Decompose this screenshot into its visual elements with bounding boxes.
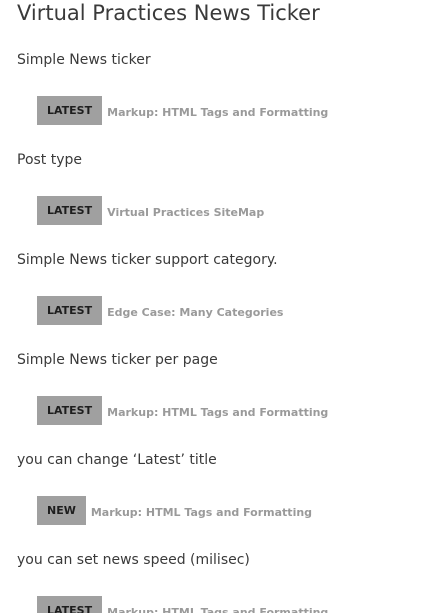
ticker-badge: LATEST — [37, 96, 103, 125]
ticker-news-link[interactable]: Markup: HTML Tags and Formatting — [107, 403, 328, 419]
section-description: you can set news speed (milisec) — [17, 552, 250, 568]
news-ticker: LATEST Markup: HTML Tags and Formatting — [37, 596, 328, 613]
ticker-badge: LATEST — [37, 396, 103, 425]
ticker-news-link[interactable]: Markup: HTML Tags and Formatting — [107, 103, 328, 119]
ticker-news-link[interactable]: Edge Case: Many Categories — [107, 303, 283, 319]
section-description: Simple News ticker support category. — [17, 252, 278, 268]
ticker-badge: LATEST — [37, 296, 103, 325]
section-description: Simple News ticker per page — [17, 352, 218, 368]
section-description: Post type — [17, 152, 83, 168]
page: Virtual Practices News Ticker Simple New… — [0, 0, 426, 613]
section-description: Simple News ticker — [17, 52, 151, 68]
ticker-news-link[interactable]: Markup: HTML Tags and Formatting — [91, 503, 312, 519]
page-title: Virtual Practices News Ticker — [17, 1, 320, 25]
ticker-badge: LATEST — [37, 196, 103, 225]
ticker-badge: LATEST — [37, 596, 103, 613]
ticker-badge: NEW — [37, 496, 86, 525]
news-ticker: NEW Markup: HTML Tags and Formatting — [37, 496, 312, 525]
ticker-news-link[interactable]: Markup: HTML Tags and Formatting — [107, 603, 328, 613]
news-ticker: LATEST Edge Case: Many Categories — [37, 296, 283, 325]
news-ticker: LATEST Markup: HTML Tags and Formatting — [37, 96, 328, 125]
news-ticker: LATEST Markup: HTML Tags and Formatting — [37, 396, 328, 425]
section-description: you can change ‘Latest’ title — [17, 452, 217, 468]
ticker-news-link[interactable]: Virtual Practices SiteMap — [107, 203, 264, 219]
news-ticker: LATEST Virtual Practices SiteMap — [37, 196, 264, 225]
